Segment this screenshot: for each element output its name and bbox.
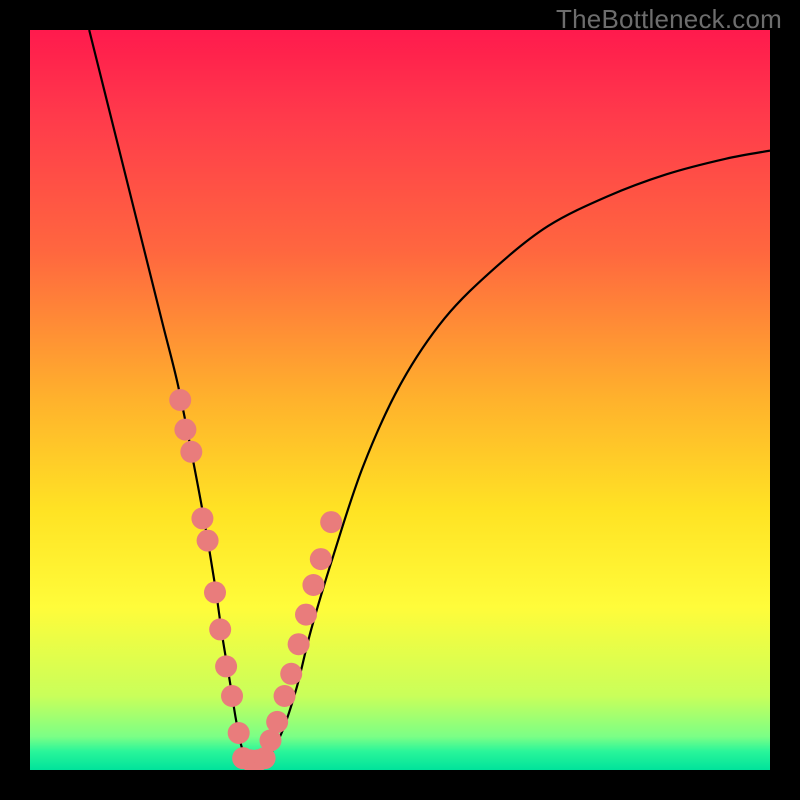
data-point [320,511,342,533]
data-point [191,507,213,529]
data-point [302,574,324,596]
data-point [274,685,296,707]
data-point [204,581,226,603]
data-point [209,618,231,640]
data-point [254,747,276,769]
data-point [174,419,196,441]
data-point [197,530,219,552]
data-point [266,711,288,733]
plot-area [30,30,770,770]
data-point [215,655,237,677]
data-point [169,389,191,411]
data-point [288,633,310,655]
watermark-text: TheBottleneck.com [556,4,782,35]
data-point [310,548,332,570]
gradient-background [30,30,770,770]
data-point [280,663,302,685]
chart-svg [30,30,770,770]
data-point [295,604,317,626]
chart-frame: TheBottleneck.com [0,0,800,800]
data-point [180,441,202,463]
data-point [228,722,250,744]
data-point [221,685,243,707]
